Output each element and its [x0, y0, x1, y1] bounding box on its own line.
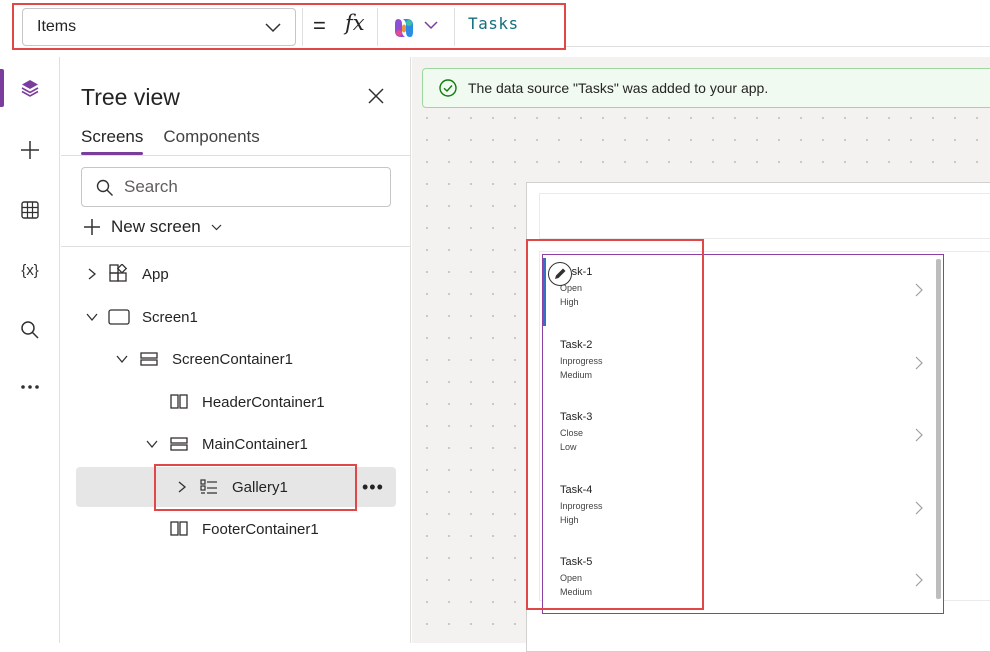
screen-icon	[108, 309, 130, 325]
horizontal-container-icon	[170, 394, 188, 409]
scrollbar[interactable]	[936, 259, 941, 599]
vertical-container-icon	[170, 437, 188, 451]
chevron-down-icon[interactable]	[85, 310, 99, 324]
annotation-highlight	[12, 3, 566, 50]
variables-icon: {x}	[21, 261, 39, 279]
table-icon	[21, 201, 39, 219]
tree-node-label: App	[142, 266, 169, 283]
tree-view-rail-button[interactable]	[0, 68, 60, 108]
check-circle-icon	[439, 79, 457, 97]
chevron-down-icon[interactable]	[115, 352, 129, 366]
tree-node-footer-container[interactable]: FooterContainer1	[61, 509, 410, 549]
more-icon	[21, 385, 39, 389]
horizontal-container-icon	[170, 521, 188, 536]
tree-view-panel: Tree view Screens Components New screen	[61, 57, 411, 643]
tree-node-label: HeaderContainer1	[202, 394, 325, 411]
annotation-highlight	[526, 239, 704, 610]
tree-node-label: FooterContainer1	[202, 521, 319, 538]
chevron-right-icon[interactable]	[85, 267, 99, 281]
tree-node-label: Screen1	[142, 309, 198, 326]
chevron-down-icon	[211, 224, 222, 231]
tabs-divider	[61, 155, 410, 156]
tree-divider	[61, 246, 410, 247]
variables-rail-button[interactable]: {x}	[0, 250, 60, 290]
chevron-right-icon[interactable]	[915, 573, 923, 587]
vertical-container-icon	[140, 352, 158, 366]
plus-icon	[84, 219, 100, 235]
insert-rail-button[interactable]	[0, 130, 60, 170]
tabs: Screens Components	[81, 127, 260, 155]
tree-node-screen1[interactable]: Screen1	[61, 297, 410, 337]
tab-components[interactable]: Components	[163, 127, 259, 155]
tree-node-screen-container[interactable]: ScreenContainer1	[61, 339, 410, 379]
search-icon	[96, 179, 113, 196]
new-screen-button[interactable]: New screen	[83, 215, 222, 239]
notification-banner: The data source "Tasks" was added to you…	[422, 68, 990, 108]
more-options-icon[interactable]: •••	[362, 477, 384, 498]
search-icon	[21, 321, 39, 339]
annotation-highlight	[154, 464, 357, 511]
data-rail-button[interactable]	[0, 190, 60, 230]
new-screen-label: New screen	[111, 217, 201, 236]
plus-icon	[21, 141, 39, 159]
app-icon	[109, 264, 128, 282]
search-rail-button[interactable]	[0, 310, 60, 350]
chevron-right-icon[interactable]	[915, 501, 923, 515]
left-rail: {x}	[0, 57, 60, 643]
chevron-right-icon[interactable]	[915, 356, 923, 370]
tree-node-app[interactable]: App	[61, 254, 410, 294]
layers-icon	[21, 80, 39, 97]
chevron-down-icon[interactable]	[145, 437, 159, 451]
design-canvas[interactable]: The data source "Tasks" was added to you…	[412, 57, 990, 652]
more-rail-button[interactable]	[0, 367, 60, 407]
formula-bar-underline	[566, 46, 990, 47]
tree-node-label: MainContainer1	[202, 436, 308, 453]
tree-node-label: ScreenContainer1	[172, 351, 293, 368]
header-container[interactable]	[539, 193, 990, 239]
notification-text: The data source "Tasks" was added to you…	[468, 80, 769, 96]
panel-title: Tree view	[81, 84, 180, 110]
search-box[interactable]	[81, 167, 391, 207]
chevron-right-icon[interactable]	[915, 428, 923, 442]
tab-screens[interactable]: Screens	[81, 127, 144, 155]
tree-node-header-container[interactable]: HeaderContainer1	[61, 382, 410, 422]
tree-node-main-container[interactable]: MainContainer1	[61, 424, 410, 464]
formula-bar: Items = fx Tasks	[0, 0, 990, 56]
close-icon[interactable]	[365, 85, 387, 107]
search-input[interactable]	[124, 177, 374, 197]
chevron-right-icon[interactable]	[915, 283, 923, 297]
